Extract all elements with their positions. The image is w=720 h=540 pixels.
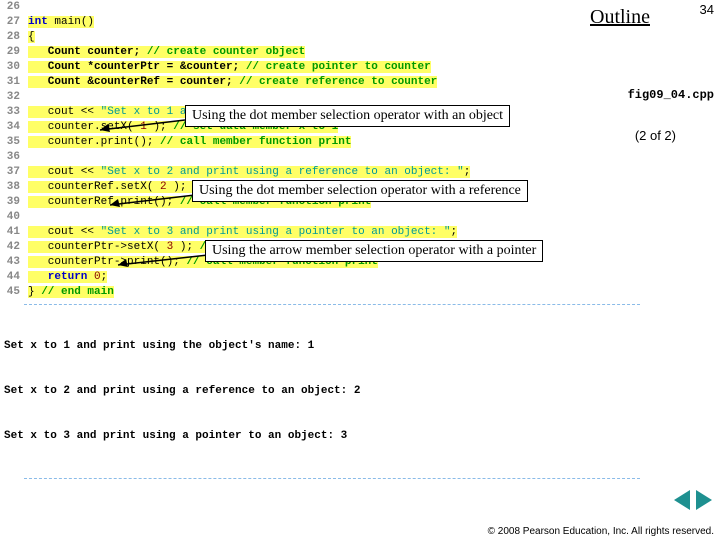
next-slide-button[interactable] — [696, 490, 712, 510]
line-number: 33 — [0, 105, 24, 120]
page-number: 34 — [700, 2, 714, 17]
line-number: 28 — [0, 30, 24, 45]
line-number: 36 — [0, 150, 24, 165]
line-number: 31 — [0, 75, 24, 90]
line-number: 34 — [0, 120, 24, 135]
line-number: 37 — [0, 165, 24, 180]
line-number: 26 — [0, 0, 24, 15]
line-number: 35 — [0, 135, 24, 150]
line-number: 42 — [0, 240, 24, 255]
program-output: Set x to 1 and print using the object's … — [0, 309, 640, 474]
line-number: 40 — [0, 210, 24, 225]
callout-object-dot: Using the dot member selection operator … — [185, 105, 510, 127]
line-number: 32 — [0, 90, 24, 105]
line-number: 43 — [0, 255, 24, 270]
prev-slide-button[interactable] — [674, 490, 690, 510]
figure-filename: fig09_04.cpp — [628, 88, 714, 102]
line-number: 44 — [0, 270, 24, 285]
arrow-icon — [100, 190, 200, 210]
arrow-icon — [90, 115, 190, 135]
part-indicator: (2 of 2) — [635, 128, 676, 143]
line-number: 45 — [0, 285, 24, 300]
line-number: 29 — [0, 45, 24, 60]
callout-pointer-arrow: Using the arrow member selection operato… — [205, 240, 543, 262]
line-number: 39 — [0, 195, 24, 210]
copyright-notice: © 2008 Pearson Education, Inc. All right… — [488, 526, 714, 538]
output-separator — [24, 304, 640, 305]
callout-reference-dot: Using the dot member selection operator … — [192, 180, 528, 202]
line-number: 27 — [0, 15, 24, 30]
line-number: 38 — [0, 180, 24, 195]
line-number: 30 — [0, 60, 24, 75]
arrow-icon — [108, 250, 208, 270]
slide-navigation — [674, 490, 712, 510]
output-separator — [24, 478, 640, 479]
line-number: 41 — [0, 225, 24, 240]
